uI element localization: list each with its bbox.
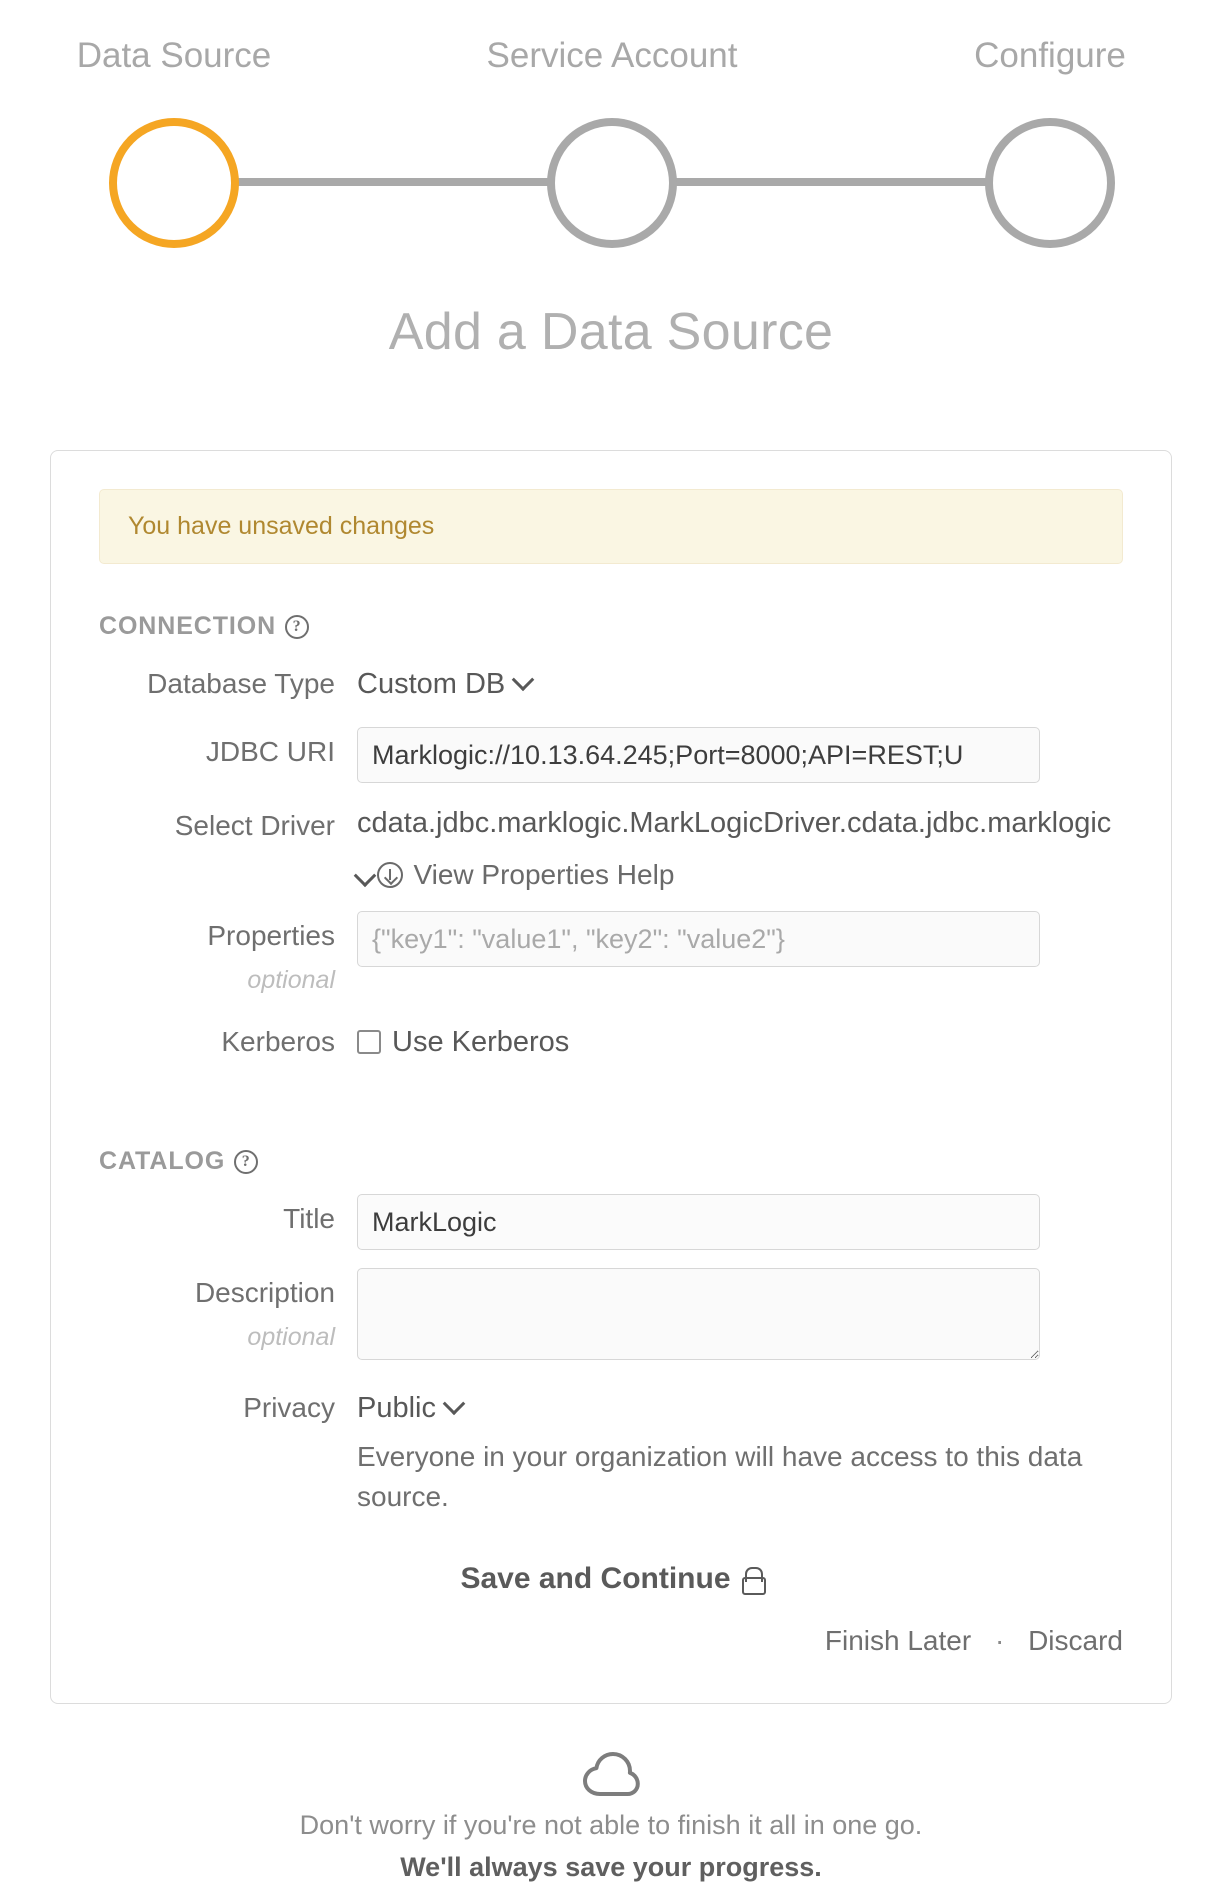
save-row: Save and Continue (99, 1561, 1123, 1597)
stepper-labels: Data Source Service Account Configure (0, 0, 1222, 80)
database-type-select[interactable]: Custom DB (357, 659, 535, 709)
jdbc-uri-label: JDBC URI (205, 736, 335, 767)
description-label: Description optional (99, 1268, 357, 1356)
title-field (357, 1194, 1123, 1250)
footer-line-1: Don't worry if you're not able to finish… (299, 1810, 923, 1840)
select-driver-label: Select Driver (174, 810, 335, 841)
chevron-down-icon (511, 668, 535, 692)
stepper-label-service-account: Service Account (486, 36, 738, 75)
stepper-label-configure: Configure (974, 36, 1126, 75)
chevron-down-icon[interactable] (353, 864, 377, 888)
description-textarea[interactable] (357, 1268, 1040, 1360)
description-label-text: Description (194, 1277, 335, 1308)
question-circle-icon[interactable]: ? (234, 1149, 259, 1174)
kerberos-label: Kerberos (221, 1026, 335, 1057)
cloud-icon (583, 1752, 640, 1796)
database-type-label: Database Type (147, 668, 335, 699)
database-type-row: Database Type Custom DB (99, 659, 1123, 709)
select-driver-value[interactable]: cdata.jdbc.marklogic.MarkLogicDriver.cda… (357, 801, 1123, 845)
secondary-actions: Finish Later · Discard (99, 1625, 1123, 1657)
view-properties-help-link[interactable]: View Properties Help (377, 859, 674, 891)
database-type-value: Custom DB (357, 668, 506, 700)
title-row: Title (99, 1194, 1123, 1250)
jdbc-uri-row: JDBC URI (99, 727, 1123, 783)
title-input[interactable] (357, 1194, 1040, 1250)
page-footer: Don't worry if you're not able to finish… (0, 1752, 1222, 1888)
connection-heading-text: CONNECTION (99, 612, 277, 640)
kerberos-row: Kerberos Use Kerberos (99, 1017, 1123, 1067)
view-properties-help-label: View Properties Help (413, 859, 675, 890)
privacy-row: Privacy Public Everyone in your organiza… (99, 1383, 1123, 1517)
privacy-select[interactable]: Public (357, 1383, 466, 1433)
download-circle-icon (377, 862, 404, 888)
database-type-field: Custom DB (357, 659, 1123, 709)
privacy-description: Everyone in your organization will have … (357, 1441, 1083, 1512)
properties-optional-tag: optional (247, 966, 335, 994)
description-optional-tag: optional (247, 1323, 335, 1351)
use-kerberos-label: Use Kerberos (392, 1026, 570, 1058)
privacy-field: Public Everyone in your organization wil… (357, 1383, 1123, 1517)
select-driver-row: Select Driver cdata.jdbc.marklogic.MarkL… (99, 801, 1123, 893)
jdbc-uri-field (357, 727, 1123, 783)
stepper-node-data-source[interactable] (109, 118, 239, 248)
page-title: Add a Data Source (388, 303, 834, 361)
footer-line-2: We'll always save your progress. (400, 1852, 822, 1882)
save-and-continue-button[interactable]: Save and Continue (454, 1561, 767, 1597)
discard-link[interactable]: Discard (1028, 1625, 1123, 1656)
privacy-value: Public (357, 1392, 436, 1424)
chevron-down-icon (442, 1392, 466, 1416)
properties-field (357, 911, 1123, 967)
kerberos-field: Use Kerberos (357, 1017, 1123, 1067)
catalog-heading-text: CATALOG (99, 1147, 226, 1175)
stepper-label-data-source: Data Source (76, 36, 272, 75)
properties-row: Properties optional (99, 911, 1123, 999)
privacy-label: Privacy (243, 1392, 335, 1423)
use-kerberos-checkbox[interactable] (357, 1030, 381, 1054)
properties-label: Properties optional (99, 911, 357, 999)
add-data-source-page: Data Source Service Account Configure Ad… (0, 0, 1222, 1900)
description-field (357, 1268, 1123, 1365)
stepper-node-configure[interactable] (985, 118, 1115, 248)
lock-icon (741, 1567, 766, 1595)
description-row: Description optional (99, 1268, 1123, 1365)
properties-label-text: Properties (207, 920, 335, 951)
stepper-node-service-account[interactable] (547, 118, 677, 248)
finish-later-link[interactable]: Finish Later (825, 1625, 971, 1656)
wizard-stepper: Data Source Service Account Configure (0, 0, 1222, 252)
connection-section-heading: CONNECTION ? (99, 612, 1123, 641)
action-separator: · (994, 1625, 1005, 1656)
jdbc-uri-input[interactable] (357, 727, 1040, 783)
save-and-continue-label: Save and Continue (460, 1562, 731, 1595)
catalog-section-heading: CATALOG ? (99, 1147, 1123, 1176)
use-kerberos-checkbox-row[interactable]: Use Kerberos (357, 1017, 1123, 1067)
question-circle-icon[interactable]: ? (285, 614, 310, 639)
unsaved-changes-alert: You have unsaved changes (99, 489, 1123, 564)
title-label: Title (283, 1203, 335, 1234)
data-source-form-card: You have unsaved changes CONNECTION ? Da… (50, 450, 1172, 1704)
properties-input[interactable] (357, 911, 1040, 967)
select-driver-field: cdata.jdbc.marklogic.MarkLogicDriver.cda… (353, 801, 1123, 893)
